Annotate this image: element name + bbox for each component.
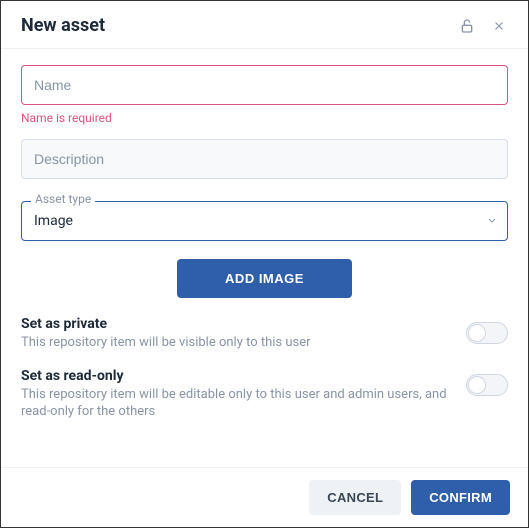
cancel-button[interactable]: CANCEL	[309, 480, 401, 515]
dialog-footer: CANCEL CONFIRM	[1, 467, 528, 527]
private-toggle[interactable]	[466, 322, 508, 344]
readonly-toggle[interactable]	[466, 374, 508, 396]
name-error: Name is required	[21, 111, 508, 125]
name-input[interactable]	[21, 65, 508, 105]
readonly-row: Set as read-only This repository item wi…	[21, 368, 508, 421]
assettype-value: Image	[34, 213, 73, 229]
dialog-title: New asset	[21, 15, 444, 36]
readonly-text: Set as read-only This repository item wi…	[21, 368, 452, 421]
add-image-row: ADD IMAGE	[21, 259, 508, 298]
private-text: Set as private This repository item will…	[21, 316, 452, 352]
description-field	[21, 139, 508, 179]
assettype-field: Asset type Image	[21, 201, 508, 241]
private-row: Set as private This repository item will…	[21, 316, 508, 352]
dialog-header: New asset	[1, 1, 528, 49]
unlock-icon[interactable]	[458, 17, 476, 35]
readonly-desc: This repository item will be editable on…	[21, 386, 452, 421]
assettype-label: Asset type	[31, 192, 95, 206]
name-field: Name is required	[21, 65, 508, 125]
assettype-select[interactable]: Image	[21, 201, 508, 241]
dialog-body: Name is required Asset type Image ADD IM…	[1, 49, 528, 453]
private-title: Set as private	[21, 316, 452, 332]
readonly-title: Set as read-only	[21, 368, 452, 384]
description-input[interactable]	[21, 139, 508, 179]
private-desc: This repository item will be visible onl…	[21, 334, 452, 352]
close-icon[interactable]	[490, 17, 508, 35]
confirm-button[interactable]: CONFIRM	[411, 480, 510, 515]
new-asset-dialog: New asset Name is required Asset type Im…	[1, 1, 528, 527]
add-image-button[interactable]: ADD IMAGE	[177, 259, 352, 298]
